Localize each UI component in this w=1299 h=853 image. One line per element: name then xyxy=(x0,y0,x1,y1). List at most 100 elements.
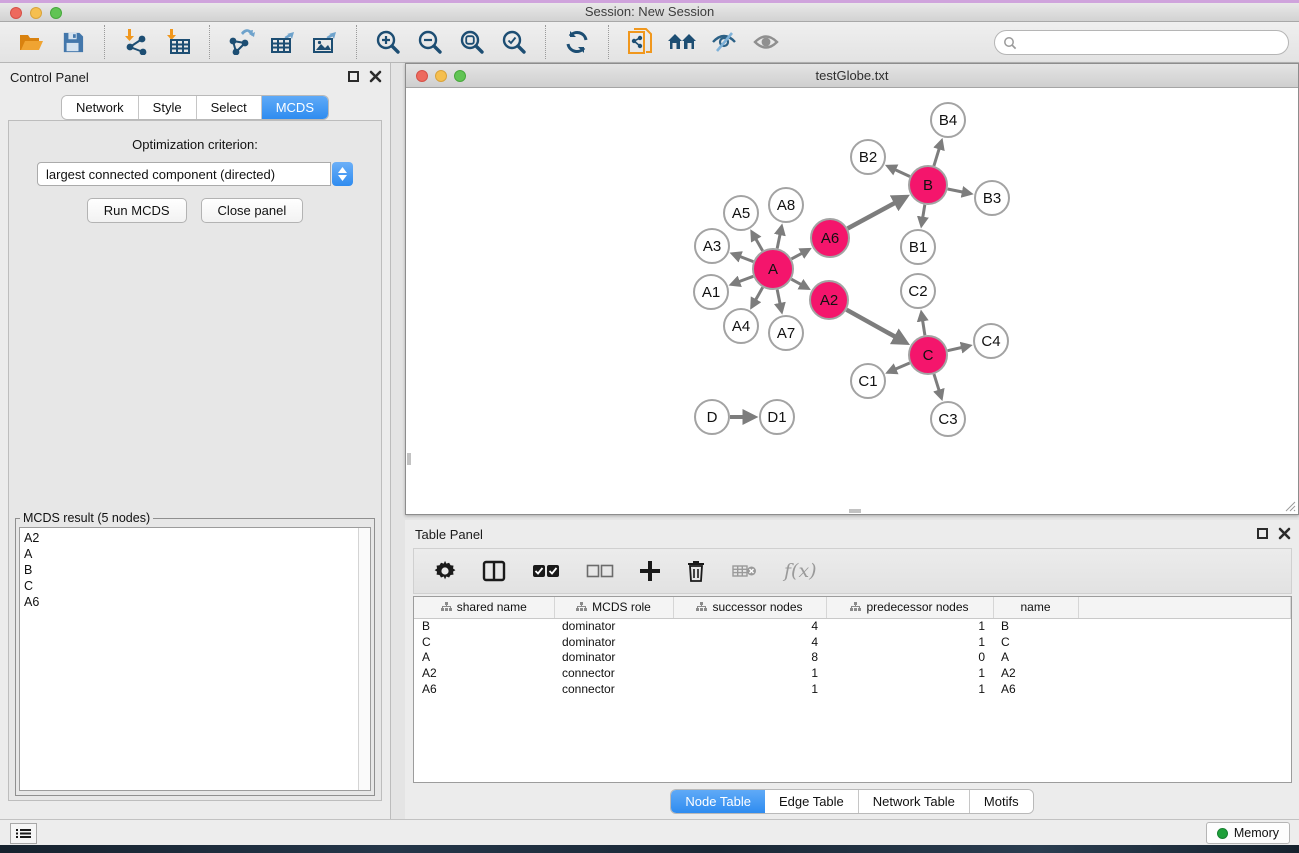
table-cell[interactable]: A2 xyxy=(414,665,554,681)
table-cell[interactable]: A6 xyxy=(993,681,1078,697)
float-panel-icon[interactable] xyxy=(348,71,359,82)
network-horizontal-scroll-mark[interactable] xyxy=(849,509,861,513)
refresh-icon[interactable] xyxy=(556,26,598,58)
tab-motifs[interactable]: Motifs xyxy=(970,790,1033,813)
memory-button[interactable]: Memory xyxy=(1206,822,1290,844)
table-row[interactable]: Bdominator41B xyxy=(414,618,1291,634)
mcds-result-list[interactable]: A2ABCA6 xyxy=(20,528,358,790)
export-image-icon[interactable] xyxy=(304,26,346,58)
import-table-icon[interactable] xyxy=(157,26,199,58)
zoom-selected-icon[interactable] xyxy=(493,26,535,58)
table-cell[interactable]: 8 xyxy=(673,649,826,665)
table-cell[interactable]: 1 xyxy=(826,634,993,650)
table-row[interactable]: A2connector11A2 xyxy=(414,665,1291,681)
task-history-button[interactable] xyxy=(10,823,37,844)
edge-A6-B[interactable] xyxy=(848,202,896,228)
edge-B-B2[interactable] xyxy=(895,169,910,176)
table-cell[interactable]: A6 xyxy=(414,681,554,697)
edge-B-B3[interactable] xyxy=(948,189,963,192)
close-table-panel-icon[interactable] xyxy=(1278,527,1291,540)
mcds-result-item[interactable]: B xyxy=(24,562,358,578)
table-cell[interactable]: C xyxy=(414,634,554,650)
tab-mcds[interactable]: MCDS xyxy=(262,96,328,119)
run-mcds-button[interactable]: Run MCDS xyxy=(87,198,187,223)
table-cell[interactable]: A2 xyxy=(993,665,1078,681)
home-networks-icon[interactable] xyxy=(661,26,703,58)
edge-A2-C[interactable] xyxy=(846,310,895,337)
show-details-eye-icon[interactable] xyxy=(745,26,787,58)
deselect-all-checkboxes-icon[interactable] xyxy=(586,564,614,578)
tab-edge-table[interactable]: Edge Table xyxy=(765,790,859,813)
table-cell[interactable]: dominator xyxy=(554,634,673,650)
table-cell[interactable]: B xyxy=(993,618,1078,634)
table-cell[interactable]: connector xyxy=(554,681,673,697)
edge-A-A5[interactable] xyxy=(756,239,763,251)
edge-C-C1[interactable] xyxy=(895,363,910,369)
columns-icon[interactable] xyxy=(482,560,506,582)
network-vertical-scroll-mark[interactable] xyxy=(407,453,411,465)
column-header-shared-name[interactable]: shared name xyxy=(414,597,554,618)
table-cell[interactable]: A xyxy=(414,649,554,665)
column-header-successor-nodes[interactable]: successor nodes xyxy=(673,597,826,618)
network-canvas[interactable]: B4B2BB3B1A5A8A6A3AA1A4A7A2C2CC4C1C3DD1 xyxy=(406,88,1298,514)
column-header-predecessor-nodes[interactable]: predecessor nodes xyxy=(826,597,993,618)
hide-details-eye-icon[interactable] xyxy=(703,26,745,58)
delete-table-icon[interactable] xyxy=(732,563,758,579)
table-cell[interactable]: B xyxy=(414,618,554,634)
table-cell[interactable]: C xyxy=(993,634,1078,650)
open-session-icon[interactable] xyxy=(10,26,52,58)
table-cell[interactable]: 1 xyxy=(826,665,993,681)
edge-A-A7[interactable] xyxy=(777,290,780,305)
table-cell[interactable]: dominator xyxy=(554,618,673,634)
trash-icon[interactable] xyxy=(686,560,706,582)
table-cell[interactable]: A xyxy=(993,649,1078,665)
table-cell[interactable]: 4 xyxy=(673,634,826,650)
table-row[interactable]: A6connector11A6 xyxy=(414,681,1291,697)
table-cell[interactable]: 1 xyxy=(826,681,993,697)
close-panel-button[interactable]: Close panel xyxy=(201,198,304,223)
column-header-name[interactable]: name xyxy=(993,597,1078,618)
export-network-icon[interactable] xyxy=(220,26,262,58)
zoom-in-icon[interactable] xyxy=(367,26,409,58)
edge-A-A4[interactable] xyxy=(755,287,762,300)
search-input[interactable] xyxy=(1017,33,1288,53)
add-column-icon[interactable] xyxy=(640,561,660,581)
node-table[interactable]: shared nameMCDS rolesuccessor nodesprede… xyxy=(413,596,1292,783)
table-row[interactable]: Adominator80A xyxy=(414,649,1291,665)
tab-node-table[interactable]: Node Table xyxy=(671,790,765,813)
table-cell[interactable]: dominator xyxy=(554,649,673,665)
tab-network-table[interactable]: Network Table xyxy=(859,790,970,813)
function-builder-icon[interactable]: f(x) xyxy=(784,560,817,582)
select-all-checkboxes-icon[interactable] xyxy=(532,564,560,578)
save-session-icon[interactable] xyxy=(52,26,94,58)
tab-select[interactable]: Select xyxy=(197,96,262,119)
edge-C-C3[interactable] xyxy=(934,374,939,391)
network-graph[interactable]: B4B2BB3B1A5A8A6A3AA1A4A7A2C2CC4C1C3DD1 xyxy=(406,88,1298,514)
table-cell[interactable]: 1 xyxy=(673,665,826,681)
float-table-panel-icon[interactable] xyxy=(1257,528,1268,539)
edge-A-A6[interactable] xyxy=(791,253,802,259)
table-cell[interactable]: 0 xyxy=(826,649,993,665)
zoom-out-icon[interactable] xyxy=(409,26,451,58)
network-window-titlebar[interactable]: testGlobe.txt xyxy=(406,64,1298,88)
mcds-result-item[interactable]: A6 xyxy=(24,594,358,610)
edge-C-C2[interactable] xyxy=(923,320,925,335)
edge-B-B4[interactable] xyxy=(934,148,939,166)
edge-C-C4[interactable] xyxy=(948,347,963,350)
mcds-result-item[interactable]: C xyxy=(24,578,358,594)
edge-A-A1[interactable] xyxy=(739,276,754,281)
resize-grip-icon[interactable] xyxy=(1284,500,1296,512)
import-network-icon[interactable] xyxy=(115,26,157,58)
table-cell[interactable]: 1 xyxy=(826,618,993,634)
edge-B-B1[interactable] xyxy=(923,205,925,218)
table-cell[interactable]: connector xyxy=(554,665,673,681)
close-panel-icon[interactable] xyxy=(369,70,382,83)
network-from-file-icon[interactable] xyxy=(619,26,661,58)
search-field[interactable] xyxy=(994,30,1289,55)
table-cell[interactable]: 4 xyxy=(673,618,826,634)
tab-style[interactable]: Style xyxy=(139,96,197,119)
tab-network[interactable]: Network xyxy=(62,96,139,119)
export-table-icon[interactable] xyxy=(262,26,304,58)
criterion-dropdown[interactable]: largest connected component (directed) xyxy=(37,162,353,186)
column-header-MCDS-role[interactable]: MCDS role xyxy=(554,597,673,618)
